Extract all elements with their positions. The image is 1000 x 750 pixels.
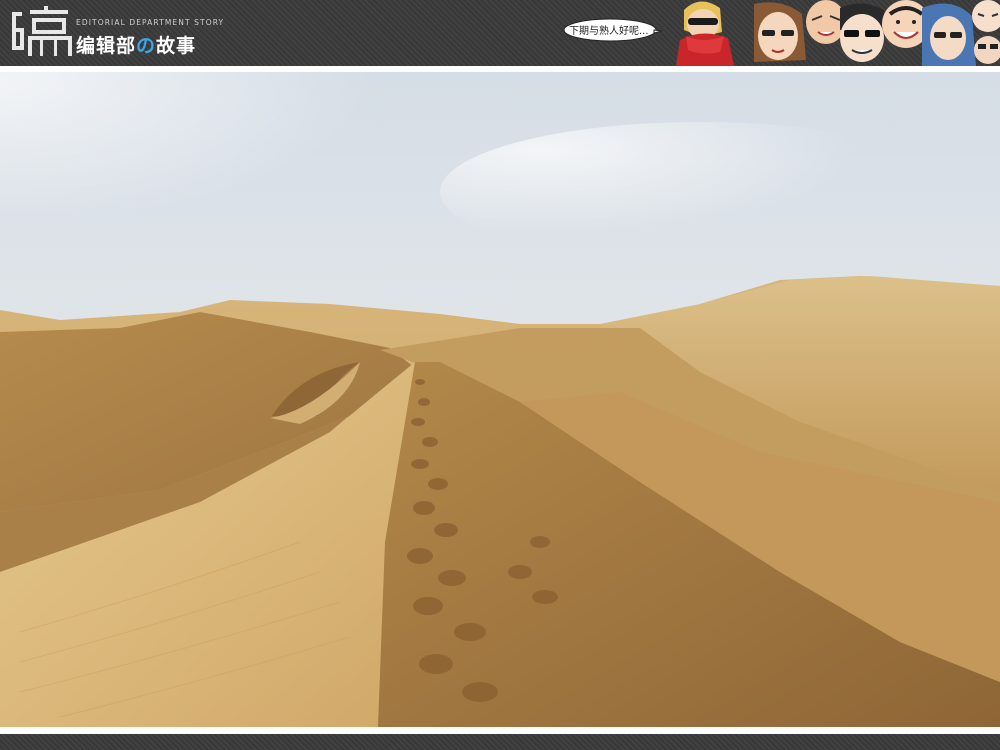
title-part-1: 编辑部 xyxy=(76,35,137,57)
desert-scene xyxy=(0,72,1000,727)
brand-title[interactable]: 编辑部の故事 xyxy=(76,31,196,58)
site-footer xyxy=(0,734,1000,750)
title-no: の xyxy=(136,35,157,57)
character-1-icon xyxy=(676,1,734,66)
cartoon-characters-icon xyxy=(676,0,1000,66)
character-6-icon xyxy=(922,3,976,66)
character-2-icon xyxy=(754,2,806,63)
title-part-2: 故事 xyxy=(156,35,197,57)
speech-text: 下期与熟人好呢... xyxy=(569,26,649,37)
desert-dunes-photo xyxy=(0,72,1000,727)
site-header: EDITORIAL DEPARTMENT STORY 编辑部の故事 下期与熟人好… xyxy=(0,0,1000,66)
brand-subtitle: EDITORIAL DEPARTMENT STORY xyxy=(76,18,225,27)
character-4-icon xyxy=(840,3,884,62)
character-7-icon xyxy=(972,0,1000,64)
pen-logo-icon[interactable] xyxy=(10,6,74,58)
